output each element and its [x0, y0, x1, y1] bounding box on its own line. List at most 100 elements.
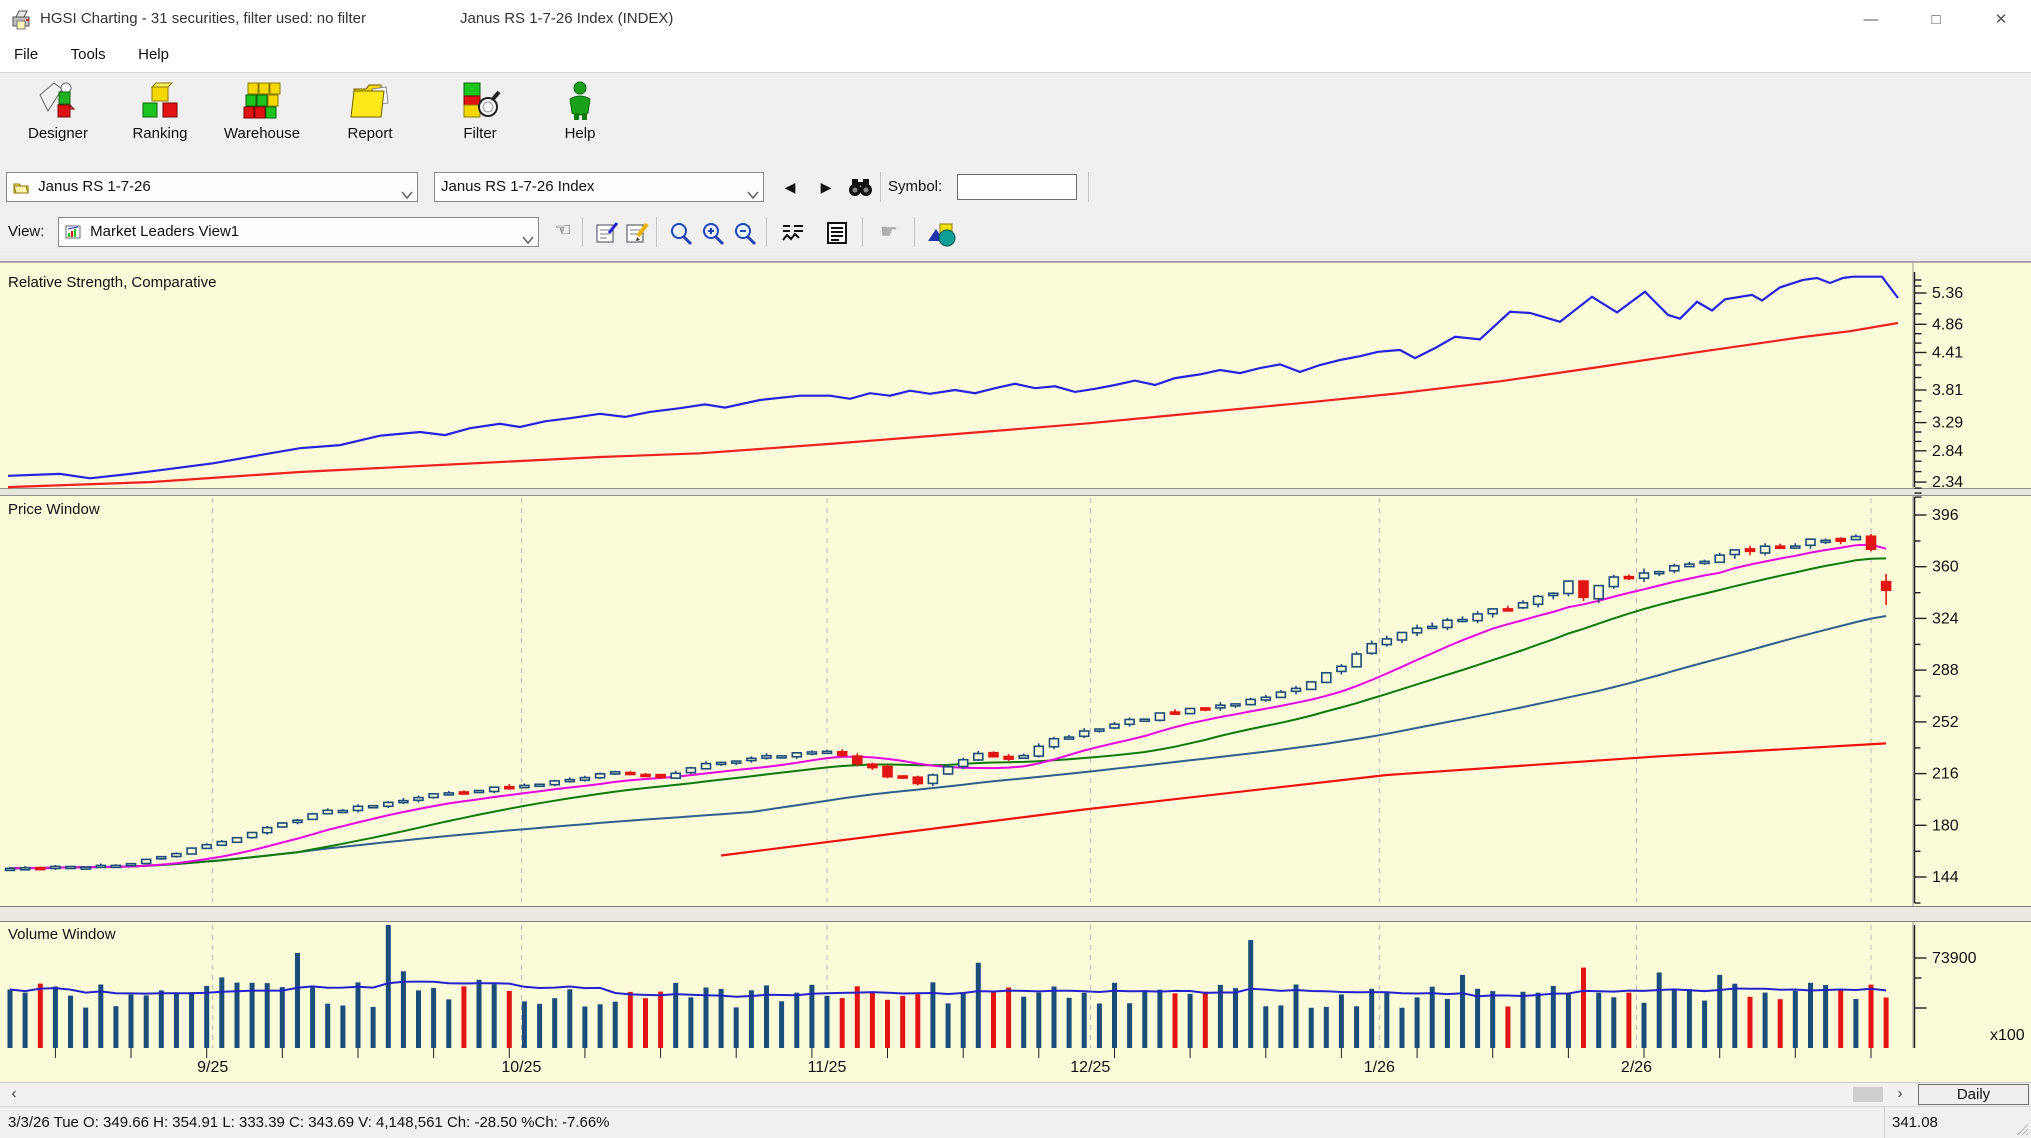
status-bar: 3/3/26 Tue O: 349.66 H: 354.91 L: 333.39…	[0, 1106, 2031, 1138]
security-combobox[interactable]: Janus RS 1-7-26 Index	[434, 172, 764, 202]
chevron-down-icon	[401, 181, 413, 209]
group-combobox[interactable]: Janus RS 1-7-26	[6, 172, 418, 202]
zoom-out-icon[interactable]	[730, 219, 760, 247]
symbol-label: Symbol:	[888, 178, 943, 195]
report-label: Report	[347, 125, 393, 142]
svg-text:4.86: 4.86	[1932, 316, 1963, 333]
navigation-bar: Janus RS 1-7-26 Janus RS 1-7-26 Index ◀ …	[0, 165, 2031, 210]
menu-tools[interactable]: Tools	[57, 40, 120, 63]
window-title: HGSI Charting - 31 securities, filter us…	[40, 10, 366, 27]
svg-text:2.84: 2.84	[1932, 443, 1963, 460]
price-panel-title: Price Window	[8, 501, 100, 518]
svg-text:11/25: 11/25	[808, 1059, 847, 1076]
previous-security-button[interactable]: ◀	[776, 174, 804, 200]
form-properties-icon[interactable]	[592, 219, 622, 247]
view-toolbar: View: Market Leaders View1 ☜ ☛	[0, 210, 2031, 255]
separator	[656, 217, 657, 247]
binoculars-icon	[847, 179, 873, 202]
svg-text:x100: x100	[1990, 1027, 2025, 1044]
last-value: 341.08	[1892, 1114, 1938, 1131]
designer-label: Designer	[27, 125, 89, 142]
svg-text:2.34: 2.34	[1932, 474, 1963, 491]
svg-text:144: 144	[1932, 869, 1959, 886]
svg-text:288: 288	[1932, 662, 1959, 679]
main-toolbar: Designer Ranking Warehouse Report Filter…	[0, 72, 2031, 166]
designer-icon	[10, 79, 106, 123]
menu-bar: File Tools Help	[0, 40, 2031, 72]
warehouse-label: Warehouse	[223, 125, 301, 142]
designer-button[interactable]: Designer	[10, 79, 106, 159]
separator	[862, 217, 863, 247]
scrollbar-thumb[interactable]	[1853, 1087, 1883, 1102]
scroll-right-button[interactable]: ›	[1890, 1085, 1910, 1102]
menu-help[interactable]: Help	[124, 40, 183, 63]
filter-button[interactable]: Filter	[432, 79, 528, 159]
find-symbol-button[interactable]	[845, 174, 875, 202]
pointer-hand-icon[interactable]: ☜	[548, 219, 578, 247]
draw-tool-icon[interactable]: ☛	[874, 219, 904, 247]
svg-text:396: 396	[1932, 507, 1959, 524]
ranking-button[interactable]: Ranking	[112, 79, 208, 159]
folder-icon	[13, 176, 29, 204]
chart-canvas[interactable]: 5.36 4.86 4.41 3.81 3.29 2.84 2.34 396 360 324 288…	[0, 262, 2031, 1082]
periodicity-button[interactable]: Daily	[1918, 1084, 2029, 1105]
zoom-icon[interactable]	[666, 219, 696, 247]
volume-panel-title: Volume Window	[8, 926, 116, 943]
minimize-button[interactable]: —	[1841, 0, 1901, 40]
candlesticks	[4, 533, 1892, 872]
warehouse-button[interactable]: Warehouse	[214, 79, 310, 159]
menu-file[interactable]: File	[0, 40, 52, 63]
svg-text:1/26: 1/26	[1364, 1059, 1395, 1076]
chevron-down-icon	[747, 181, 759, 209]
view-label: View:	[8, 223, 45, 240]
resize-grip[interactable]	[2014, 1121, 2028, 1135]
quotes-icon[interactable]	[778, 219, 808, 247]
svg-text:2/26: 2/26	[1621, 1059, 1652, 1076]
svg-text:10/25: 10/25	[501, 1059, 541, 1076]
chart-view-icon	[65, 221, 81, 249]
zoom-in-icon[interactable]	[698, 219, 728, 247]
view-combobox-value: Market Leaders View1	[90, 223, 240, 240]
title-bar: HGSI Charting - 31 securities, filter us…	[0, 0, 2031, 40]
maximize-button[interactable]: □	[1906, 0, 1966, 40]
svg-text:12/25: 12/25	[1070, 1059, 1110, 1076]
view-combobox[interactable]: Market Leaders View1	[58, 217, 539, 247]
svg-text:3.29: 3.29	[1932, 415, 1963, 432]
volume-bars	[7, 925, 1889, 1048]
security-combobox-value: Janus RS 1-7-26 Index	[441, 178, 595, 195]
svg-text:9/25: 9/25	[197, 1059, 228, 1076]
help-label: Help	[564, 125, 596, 142]
help-button[interactable]: Help	[532, 79, 628, 159]
app-window: HGSI Charting - 31 securities, filter us…	[0, 0, 2031, 1138]
separator	[1884, 1107, 1885, 1138]
chart-scrollbar: ‹ › Daily	[0, 1082, 2031, 1106]
ranking-label: Ranking	[132, 125, 188, 142]
close-button[interactable]: ✕	[1971, 0, 2031, 40]
svg-text:180: 180	[1932, 817, 1959, 834]
report-icon	[322, 79, 418, 123]
chart-area[interactable]: 5.36 4.86 4.41 3.81 3.29 2.84 2.34 396 360 324 288…	[0, 262, 2031, 1082]
app-icon	[10, 8, 34, 37]
filter-label: Filter	[463, 125, 497, 142]
help-icon	[532, 79, 628, 123]
symbol-input[interactable]	[957, 174, 1077, 200]
svg-text:252: 252	[1932, 714, 1959, 731]
document-title: Janus RS 1-7-26 Index (INDEX)	[460, 10, 674, 27]
form-edit-icon[interactable]	[622, 219, 652, 247]
separator	[582, 217, 583, 247]
report-button[interactable]: Report	[322, 79, 418, 159]
next-security-button[interactable]: ▶	[812, 174, 840, 200]
scroll-left-button[interactable]: ‹	[4, 1085, 24, 1102]
separator	[880, 172, 881, 202]
svg-text:216: 216	[1932, 766, 1959, 783]
report-view-icon[interactable]	[822, 219, 852, 247]
rs-panel-title: Relative Strength, Comparative	[8, 274, 217, 291]
svg-text:360: 360	[1932, 559, 1959, 576]
separator	[914, 217, 915, 247]
svg-text:4.41: 4.41	[1932, 345, 1963, 362]
shapes-icon[interactable]	[926, 219, 956, 247]
ranking-icon	[112, 79, 208, 123]
svg-text:3.81: 3.81	[1932, 382, 1963, 399]
ohlc-summary: 3/3/26 Tue O: 349.66 H: 354.91 L: 333.39…	[8, 1114, 610, 1131]
svg-text:73900: 73900	[1932, 950, 1977, 967]
